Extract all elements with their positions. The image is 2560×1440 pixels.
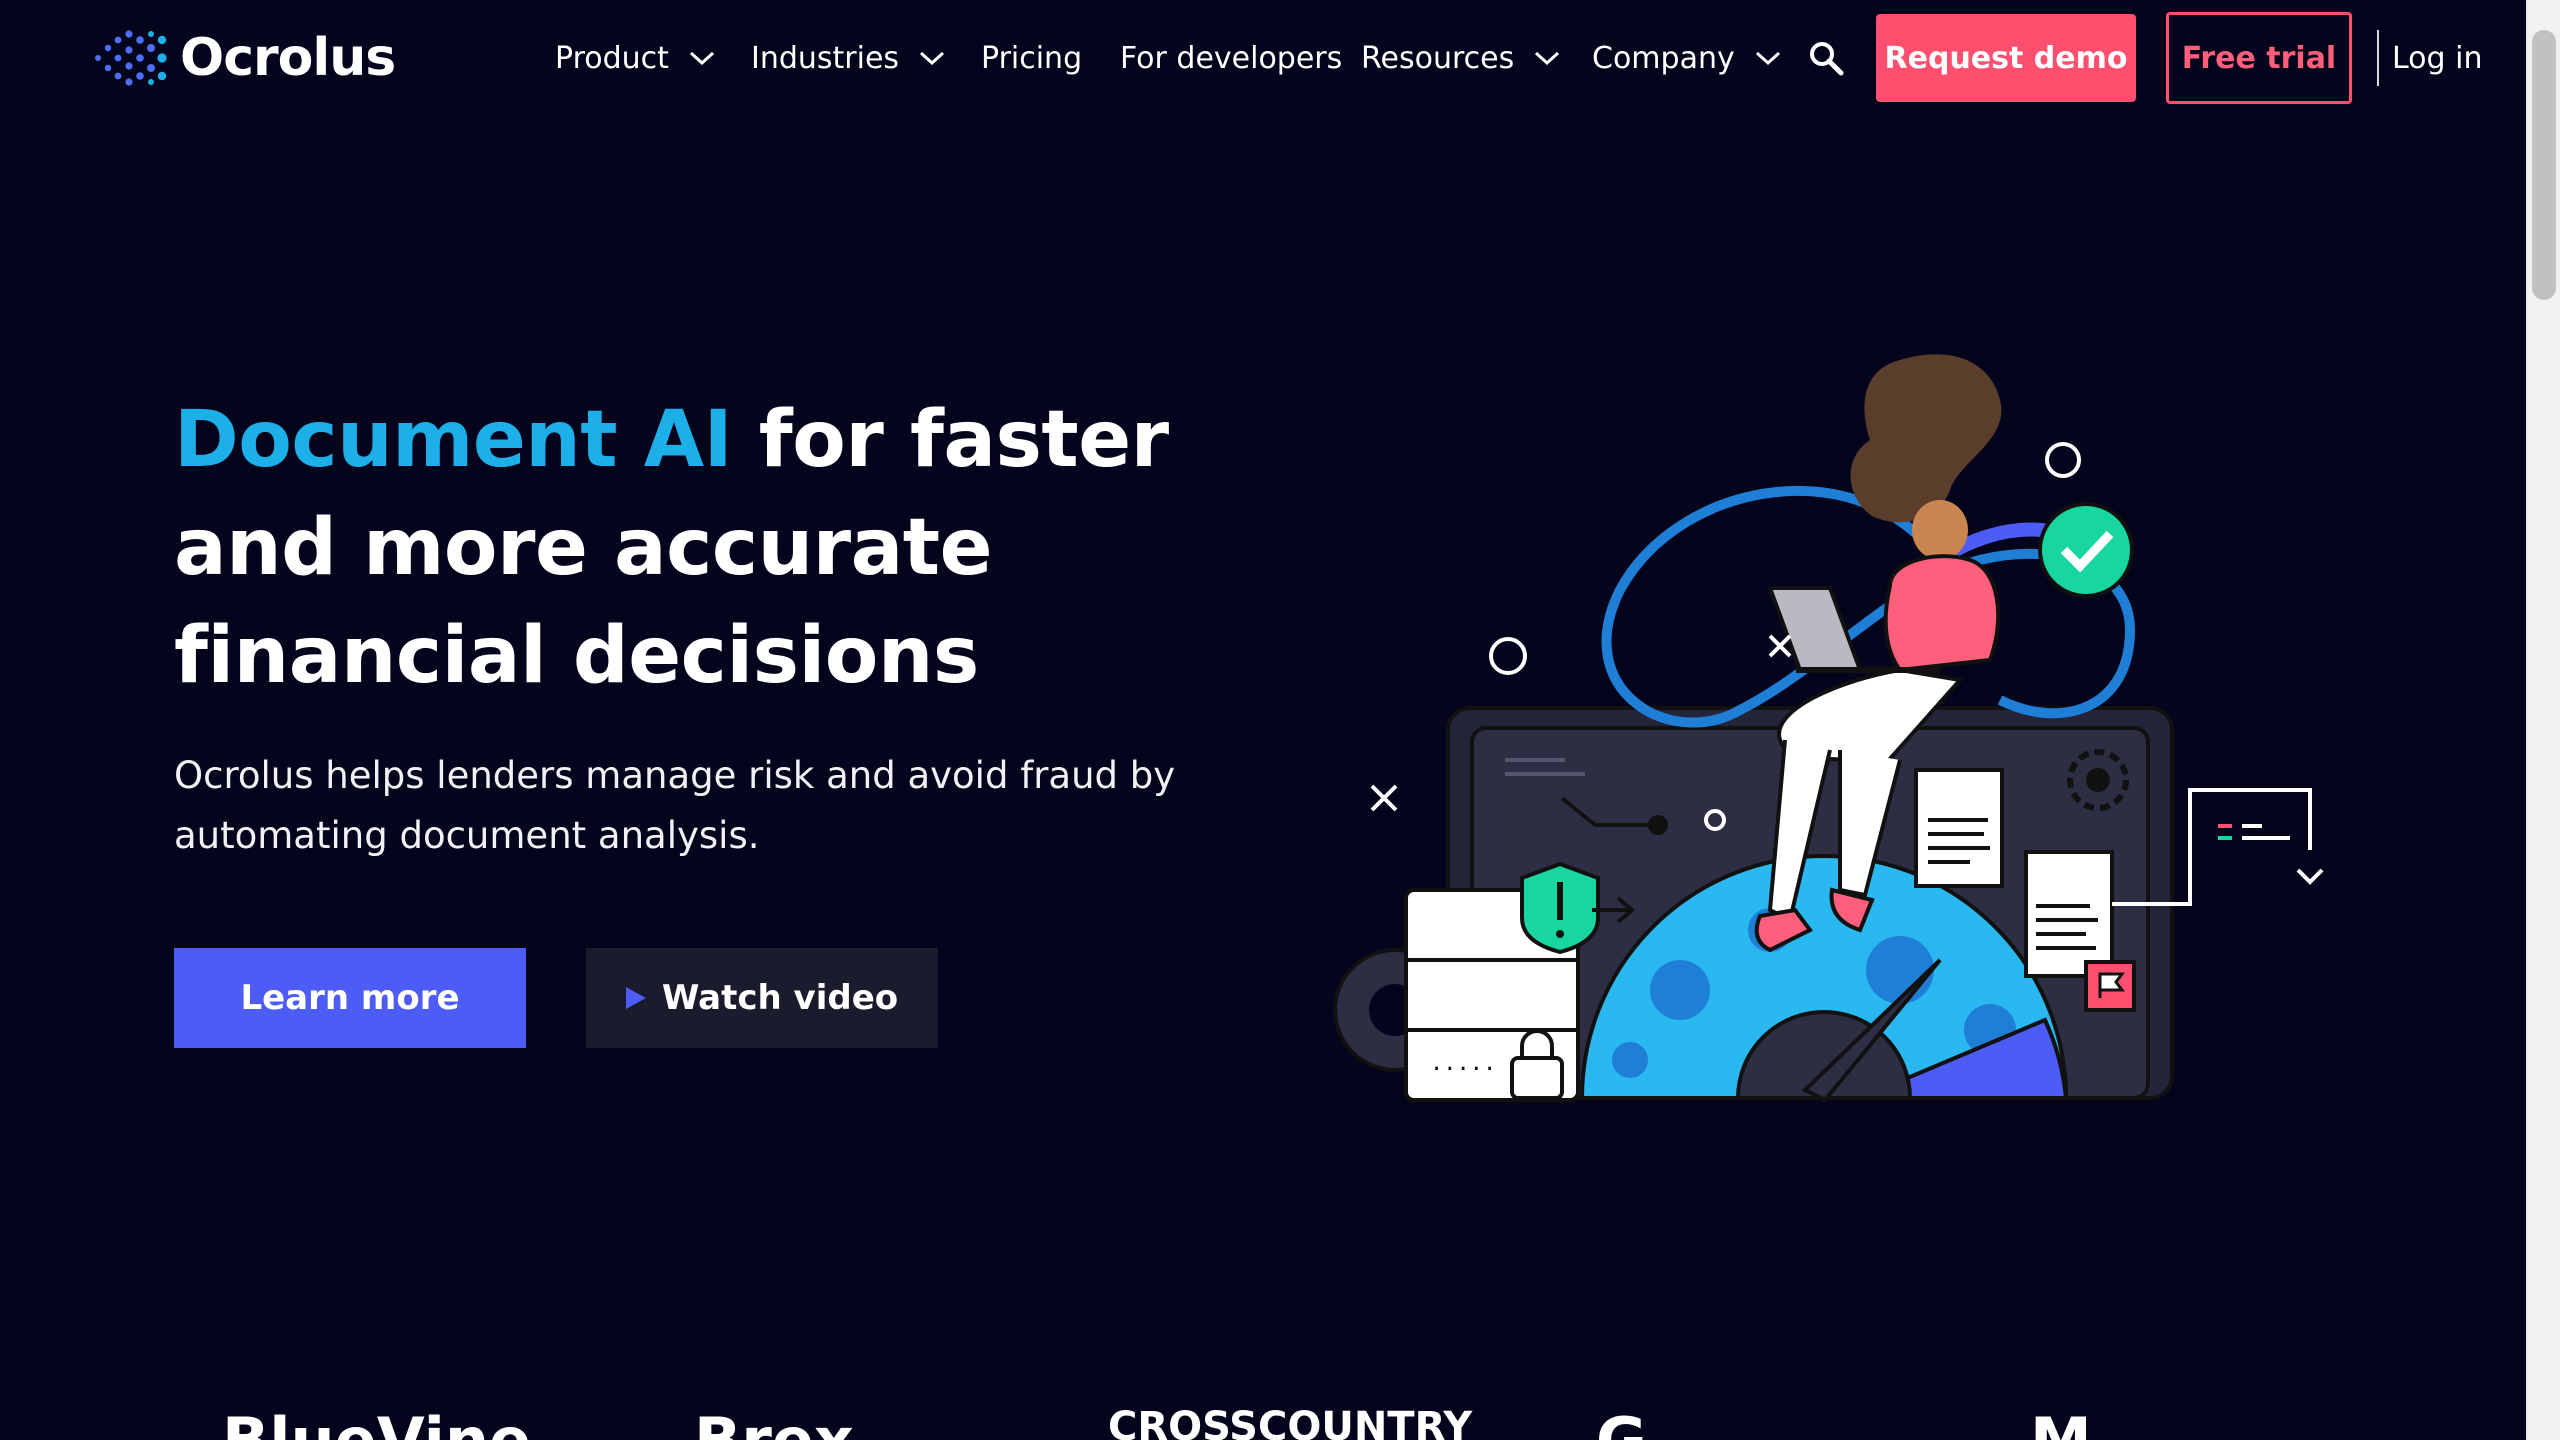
nav-item-company[interactable]: Company bbox=[1592, 38, 1781, 78]
nav-item-resources[interactable]: Resources bbox=[1361, 38, 1560, 78]
watch-video-label: Watch video bbox=[661, 978, 899, 1018]
nav-item-label: Pricing bbox=[981, 40, 1083, 76]
play-icon bbox=[625, 987, 646, 1009]
login-link[interactable]: Log in bbox=[2392, 38, 2482, 78]
nav-divider bbox=[2377, 30, 2379, 86]
nav-item-label: Company bbox=[1592, 40, 1735, 76]
svg-text:·····: ····· bbox=[1430, 1057, 1496, 1082]
customer-logo: Brex bbox=[694, 1404, 854, 1440]
learn-more-button[interactable]: Learn more bbox=[174, 948, 526, 1048]
gear-icon bbox=[2067, 749, 2129, 811]
chevron-down-icon bbox=[1755, 51, 1780, 66]
nav-item-industries[interactable]: Industries bbox=[751, 38, 945, 78]
nav-item-for-developers[interactable]: For developers bbox=[1120, 38, 1342, 78]
search-icon[interactable] bbox=[1806, 38, 1846, 78]
brand-name: Ocrolus bbox=[180, 28, 396, 88]
brand-logo[interactable]: Ocrolus bbox=[92, 26, 396, 90]
chevron-down-icon bbox=[1535, 51, 1560, 66]
customer-logo: CROSSCOUNTRY bbox=[1108, 1404, 1473, 1440]
top-navigation: Ocrolus Product Industries Pricing For d… bbox=[0, 0, 2526, 116]
nav-item-label: For developers bbox=[1120, 40, 1343, 76]
hero-title-accent: Document AI bbox=[174, 395, 733, 485]
shield-icon bbox=[1520, 861, 1600, 955]
nav-item-product[interactable]: Product bbox=[555, 38, 715, 78]
chevron-down-icon bbox=[920, 51, 945, 66]
check-circle-icon bbox=[2038, 502, 2134, 598]
page-scrollbar[interactable] bbox=[2526, 0, 2560, 1440]
customer-logo: BlueVine bbox=[222, 1404, 531, 1440]
customer-logo: M bbox=[2030, 1404, 2092, 1440]
nav-item-label: Resources bbox=[1361, 40, 1515, 76]
nav-item-label: Industries bbox=[751, 40, 900, 76]
hero-title: Document AI for faster and more accurate… bbox=[174, 386, 1284, 710]
close-icon bbox=[1768, 634, 1792, 658]
nav-item-pricing[interactable]: Pricing bbox=[981, 38, 1082, 78]
close-icon bbox=[1370, 784, 1398, 812]
customer-logo: G bbox=[1596, 1404, 1647, 1440]
laptop-icon bbox=[1767, 586, 1863, 672]
chevron-down-icon bbox=[689, 51, 714, 66]
hero-subtitle: Ocrolus helps lenders manage risk and av… bbox=[174, 754, 1176, 857]
ocrolus-logo-icon bbox=[95, 30, 167, 86]
free-trial-button[interactable]: Free trial bbox=[2166, 12, 2352, 104]
flag-icon bbox=[2084, 960, 2136, 1012]
scrollbar-thumb[interactable] bbox=[2532, 30, 2556, 300]
request-demo-button[interactable]: Request demo bbox=[1876, 14, 2136, 102]
nav-item-label: Product bbox=[555, 40, 669, 76]
customer-logo-strip: BlueVine Brex CROSSCOUNTRY G M bbox=[0, 1404, 2526, 1440]
watch-video-button[interactable]: Watch video bbox=[586, 948, 938, 1048]
hero-illustration: ····· bbox=[1333, 354, 2324, 1103]
